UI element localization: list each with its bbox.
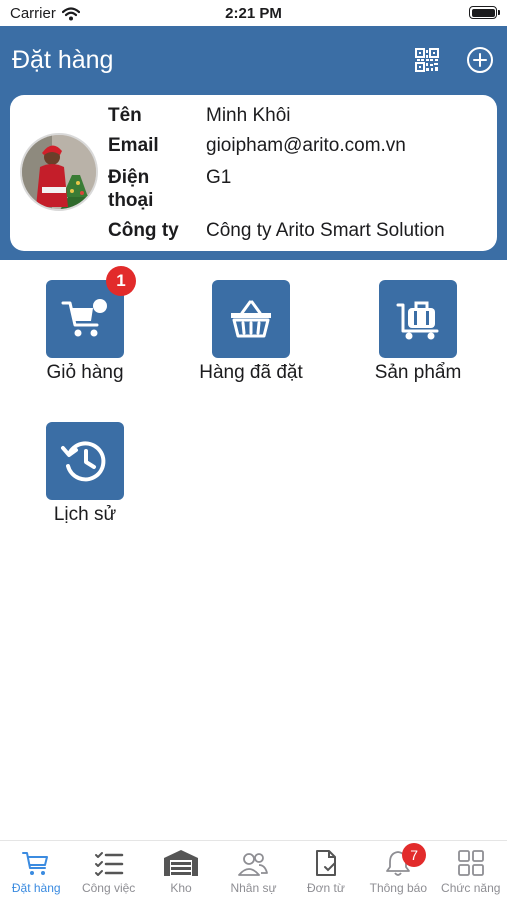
qr-code-icon [415,48,439,72]
history-tile [46,422,124,500]
tab-label: Đơn từ [306,881,345,895]
warehouse-icon [164,850,199,876]
menu-item-products[interactable]: Sản phẩm [333,280,503,384]
battery-icon [469,6,500,19]
qr-code-button[interactable] [414,47,440,73]
email-value: gioipham@arito.com.vn [206,135,406,156]
tab-label: Đặt hàng [11,881,61,895]
tab-label: Kho [170,881,192,895]
avatar-photo [22,135,96,209]
email-label: Email [108,135,159,156]
menu-item-history[interactable]: Lịch sử [0,422,170,526]
menu-label-products: Sản phẩm [374,362,462,383]
cart-icon [61,299,107,337]
menu-label-history: Lịch sử [53,504,117,525]
grid-icon [457,850,484,876]
profile-card: Tên Minh Khôi Email gioipham@arito.com.v… [10,95,497,251]
tab-label: Nhân sự [230,881,277,895]
company-label: Công ty [108,220,179,241]
add-button[interactable] [466,46,494,74]
document-check-icon [315,850,336,876]
status-bar: Carrier 2:21 PM [0,0,507,26]
cart-badge: 1 [106,266,136,296]
checklist-icon [94,852,123,876]
cart-tile: 1 [46,266,136,358]
menu-label-ordered: Hàng đã đặt [199,362,303,383]
people-icon [238,853,269,876]
history-icon [61,441,106,482]
tab-thong-bao[interactable]: 7 Thông báo [362,841,434,900]
tab-don-tu[interactable]: Đơn từ [290,841,362,900]
page-title: Đặt hàng [12,46,114,74]
menu-label-cart: Giỏ hàng [46,362,124,383]
phone-label-line2: thoại [108,190,154,211]
menu-item-ordered[interactable]: Hàng đã đặt [166,280,336,384]
company-value: Công ty Arito Smart Solution [206,220,445,241]
tab-nhan-su[interactable]: Nhân sự [217,841,289,900]
cart-icon [22,852,49,875]
basket-tile [212,280,290,358]
avatar [20,133,98,211]
tab-label: Chức năng [441,881,501,895]
tab-chuc-nang[interactable]: Chức năng [435,841,507,900]
menu-item-cart[interactable]: 1 Giỏ hàng [0,266,170,384]
notification-badge: 7 [402,843,427,867]
tab-dat-hang[interactable]: Đặt hàng [0,841,72,900]
products-tile [379,280,457,358]
tab-kho[interactable]: Kho [145,841,217,900]
tab-cong-viec[interactable]: Công việc [72,841,144,900]
status-time: 2:21 PM [225,5,282,22]
tab-label: Thông báo [369,881,428,895]
header: Đặt hàng Tên Minh Khôi Email gioipham@ar… [0,26,507,260]
plus-circle-icon [467,47,493,73]
tab-bar: Đặt hàng Công việc Kho Nhân sự Đơn từ 7 … [0,840,507,900]
phone-label-line1: Điện [108,167,150,188]
name-label: Tên [108,105,142,126]
luggage-cart-icon [396,301,439,340]
basket-icon [231,300,271,338]
tab-label: Công việc [81,881,136,895]
name-value: Minh Khôi [206,105,291,126]
phone-value: G1 [206,167,232,188]
